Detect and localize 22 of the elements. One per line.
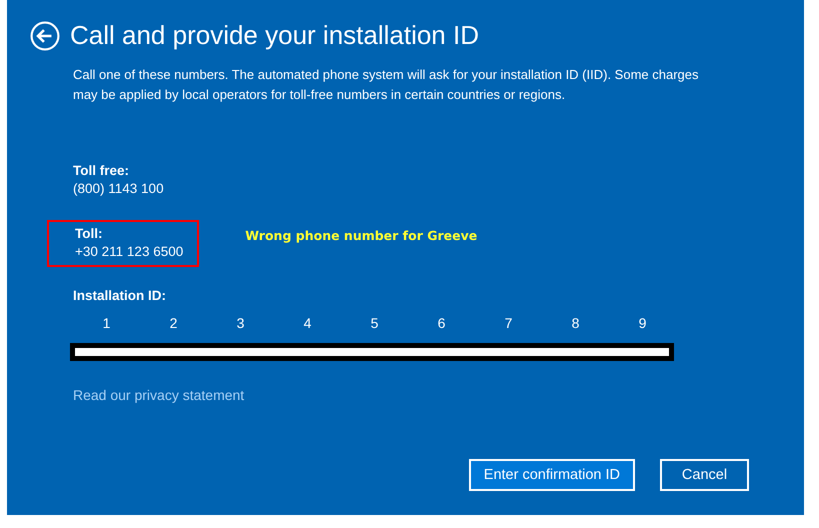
phone-number: +30 211 123 6500: [75, 244, 184, 259]
annotation-note: Wrong phone number for Greeve: [245, 228, 478, 243]
privacy-link[interactable]: Read our privacy statement: [73, 387, 244, 403]
dialog-button[interactable]: Enter confirmation ID: [468, 459, 635, 491]
input-field[interactable]: [70, 343, 674, 361]
phone-label: Toll free:: [73, 163, 130, 178]
group-number: 5: [370, 315, 380, 331]
group-number: 3: [236, 315, 246, 331]
phone-label: Toll:: [75, 226, 104, 241]
group-number: 8: [570, 315, 580, 331]
group-number: 7: [504, 315, 514, 331]
dialog-title: Call and provide your installation ID: [70, 20, 479, 51]
group-number: 4: [302, 315, 312, 331]
group-number: 9: [638, 315, 648, 331]
group-number: 1: [102, 315, 112, 331]
group-number: 6: [436, 315, 446, 331]
group-number: 2: [168, 315, 178, 331]
back-icon[interactable]: [30, 20, 60, 50]
phone-number: (800) 1143 100: [73, 181, 164, 196]
description-text: Call one of these numbers. The automated phone system will ask for your installation ID (IID). Some charges may be applied by local operators for toll-free numbers in certain countries or regions.: [73, 66, 700, 104]
dialog-button[interactable]: Cancel: [660, 459, 749, 491]
installation-id-label: Installation ID:: [73, 288, 168, 303]
